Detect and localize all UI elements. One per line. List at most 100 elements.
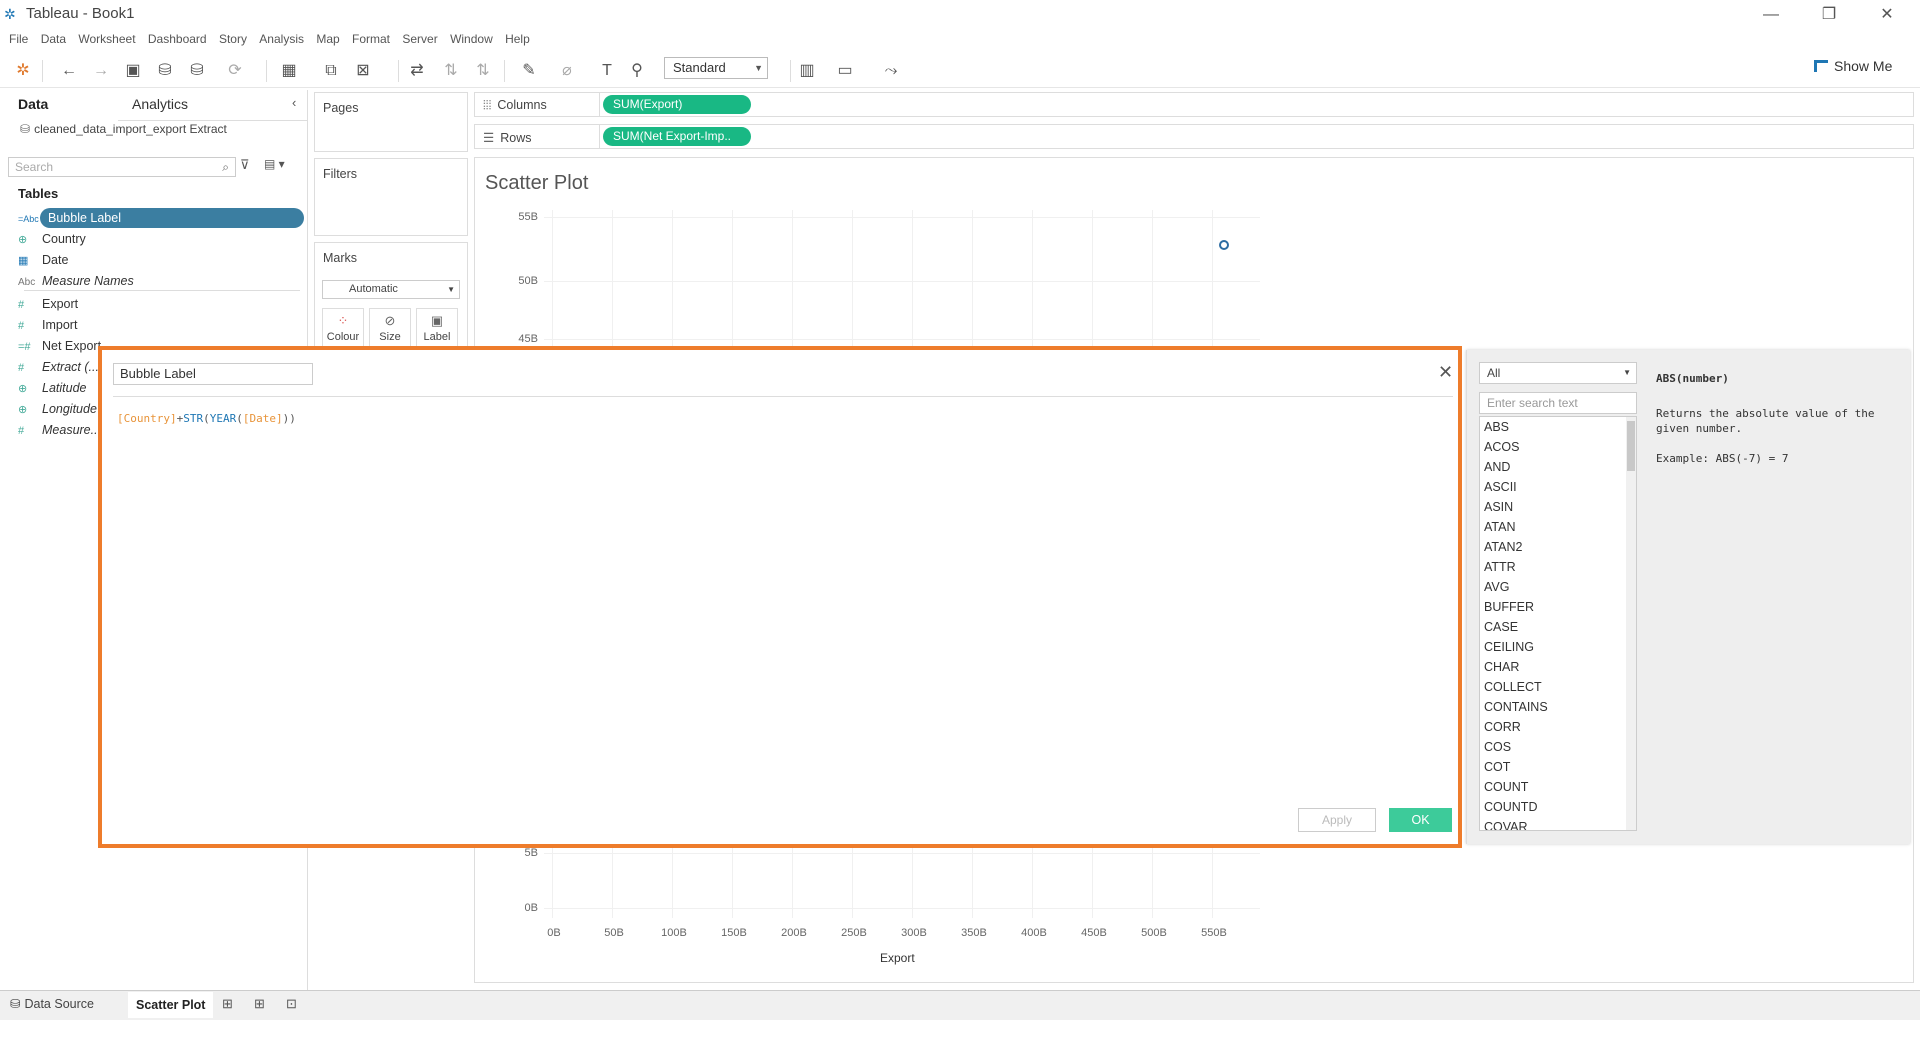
sort-descending-icon[interactable]: ⇅ <box>472 60 494 82</box>
show-cards-icon[interactable]: ▥ <box>796 60 818 82</box>
undo-icon[interactable]: ← <box>58 60 80 82</box>
function-item-count[interactable]: COUNT <box>1480 777 1636 797</box>
calc-name-input[interactable]: Bubble Label <box>113 363 313 385</box>
pages-card[interactable]: Pages <box>314 92 468 152</box>
function-item-attr[interactable]: ATTR <box>1480 557 1636 577</box>
x-tick-label: 100B <box>661 927 687 939</box>
restore-icon[interactable]: ❐ <box>1814 4 1844 26</box>
close-icon[interactable]: ✕ <box>1438 362 1453 383</box>
new-datasource-icon[interactable]: ⛁ <box>154 60 176 82</box>
minimize-icon[interactable]: — <box>1756 4 1786 26</box>
presentation-mode-icon[interactable]: ▭ <box>834 60 856 82</box>
function-item-ceiling[interactable]: CEILING <box>1480 637 1636 657</box>
function-item-atan[interactable]: ATAN <box>1480 517 1636 537</box>
filters-card[interactable]: Filters <box>314 158 468 236</box>
menu-format[interactable]: Format <box>352 30 390 48</box>
function-category-dropdown[interactable]: All ▼ <box>1479 362 1637 384</box>
function-item-countd[interactable]: COUNTD <box>1480 797 1636 817</box>
function-item-avg[interactable]: AVG <box>1480 577 1636 597</box>
size-button[interactable]: ⊘ Size <box>369 308 411 348</box>
field-date[interactable]: ▦ Date <box>18 250 304 270</box>
function-item-collect[interactable]: COLLECT <box>1480 677 1636 697</box>
function-item-corr[interactable]: CORR <box>1480 717 1636 737</box>
filter-fields-icon[interactable]: ⊽ <box>240 157 250 173</box>
function-search-input[interactable]: Enter search text <box>1479 392 1637 414</box>
function-item-cos[interactable]: COS <box>1480 737 1636 757</box>
redo-icon[interactable]: → <box>90 60 112 82</box>
formula-editor[interactable]: [Country]+STR(YEAR([Date])) <box>117 412 296 425</box>
tab-scatter-plot[interactable]: Scatter Plot <box>128 992 214 1018</box>
columns-pill-export[interactable]: SUM(Export) <box>603 95 751 114</box>
data-point[interactable] <box>1219 240 1229 250</box>
rows-shelf[interactable]: ☰ Rows SUM(Net Export-Imp.. <box>474 124 1914 149</box>
scrollbar-thumb[interactable] <box>1627 421 1635 471</box>
field-import[interactable]: # Import <box>18 315 304 335</box>
function-list[interactable]: ABS ACOS AND ASCII ASIN ATAN ATAN2 ATTR AVG BUFFE… <box>1479 416 1637 831</box>
function-item-ascii[interactable]: ASCII <box>1480 477 1636 497</box>
scrollbar[interactable] <box>1626 417 1636 830</box>
function-item-case[interactable]: CASE <box>1480 617 1636 637</box>
function-item-covar[interactable]: COVAR <box>1480 817 1636 830</box>
clear-sheet-icon[interactable]: ⊠ <box>352 60 374 82</box>
pause-updates-icon[interactable]: ⛁ <box>186 60 208 82</box>
collapse-pane-icon[interactable]: ‹ <box>292 95 296 110</box>
function-item-cot[interactable]: COT <box>1480 757 1636 777</box>
new-worksheet-icon[interactable]: ▦ <box>278 60 300 82</box>
new-story-tab-icon[interactable]: ⊡ <box>286 996 297 1012</box>
mark-type-dropdown[interactable]: Automatic ▼ <box>322 280 460 299</box>
colour-button[interactable]: ⁘ Colour <box>322 308 364 348</box>
function-item-atan2[interactable]: ATAN2 <box>1480 537 1636 557</box>
new-dashboard-tab-icon[interactable]: ⊞ <box>254 996 265 1012</box>
function-item-contains[interactable]: CONTAINS <box>1480 697 1636 717</box>
field-bubble-label[interactable]: =Abc Bubble Label <box>18 208 304 228</box>
refresh-icon[interactable]: ⟳ <box>224 60 246 82</box>
menu-window[interactable]: Window <box>450 30 493 48</box>
menu-worksheet[interactable]: Worksheet <box>78 30 135 48</box>
swap-rows-columns-icon[interactable]: ⇄ <box>406 60 428 82</box>
columns-icon: ⦙⦙⦙ <box>483 98 492 112</box>
function-item-char[interactable]: CHAR <box>1480 657 1636 677</box>
pin-axes-icon[interactable]: ⚲ <box>626 60 648 82</box>
group-members-icon[interactable]: ⌀ <box>556 60 578 82</box>
field-label: Bubble Label <box>40 208 304 228</box>
function-item-acos[interactable]: ACOS <box>1480 437 1636 457</box>
field-measure-names[interactable]: Abc Measure Names <box>18 271 304 291</box>
tab-data-source[interactable]: ⛁ Data Source <box>10 996 94 1011</box>
function-item-and[interactable]: AND <box>1480 457 1636 477</box>
sort-ascending-icon[interactable]: ⇅ <box>440 60 462 82</box>
menu-help[interactable]: Help <box>505 30 530 48</box>
menu-file[interactable]: File <box>9 30 28 48</box>
apply-button[interactable]: Apply <box>1298 808 1376 832</box>
tab-data[interactable]: Data <box>18 96 48 112</box>
menu-dashboard[interactable]: Dashboard <box>148 30 207 48</box>
view-options-icon[interactable]: ▤ ▾ <box>264 157 285 171</box>
fit-dropdown[interactable]: Standard ▼ <box>664 57 768 79</box>
function-item-buffer[interactable]: BUFFER <box>1480 597 1636 617</box>
field-country[interactable]: ⊕ Country <box>18 229 304 249</box>
new-worksheet-tab-icon[interactable]: ⊞ <box>222 996 233 1012</box>
close-window-icon[interactable]: ✕ <box>1872 4 1902 26</box>
ok-button[interactable]: OK <box>1389 808 1452 832</box>
menu-data[interactable]: Data <box>41 30 66 48</box>
function-item-abs[interactable]: ABS <box>1480 417 1636 437</box>
share-icon[interactable]: ⤳ <box>880 60 902 82</box>
tab-analytics[interactable]: Analytics <box>132 96 188 112</box>
rows-pill-net-export[interactable]: SUM(Net Export-Imp.. <box>603 127 751 146</box>
field-search-input[interactable]: Search ⌕ <box>8 157 236 177</box>
menu-server[interactable]: Server <box>402 30 437 48</box>
label-button[interactable]: ▣ Label <box>416 308 458 348</box>
columns-shelf[interactable]: ⦙⦙⦙ Columns SUM(Export) <box>474 92 1914 117</box>
tableau-home-icon[interactable]: ✲ <box>12 60 34 82</box>
highlight-icon[interactable]: ✎ <box>518 60 540 82</box>
show-mark-labels-icon[interactable]: T <box>596 60 618 82</box>
datasource-row[interactable]: ⛁ cleaned_data_import_export Extract <box>20 122 227 136</box>
duplicate-sheet-icon[interactable]: ⧉ <box>320 60 342 82</box>
rows-label: Rows <box>500 131 532 145</box>
menu-analysis[interactable]: Analysis <box>259 30 304 48</box>
menu-map[interactable]: Map <box>316 30 339 48</box>
save-icon[interactable]: ▣ <box>122 60 144 82</box>
show-me-button[interactable]: Show Me <box>1814 58 1892 74</box>
function-item-asin[interactable]: ASIN <box>1480 497 1636 517</box>
menu-story[interactable]: Story <box>219 30 247 48</box>
field-export[interactable]: # Export <box>18 294 304 314</box>
